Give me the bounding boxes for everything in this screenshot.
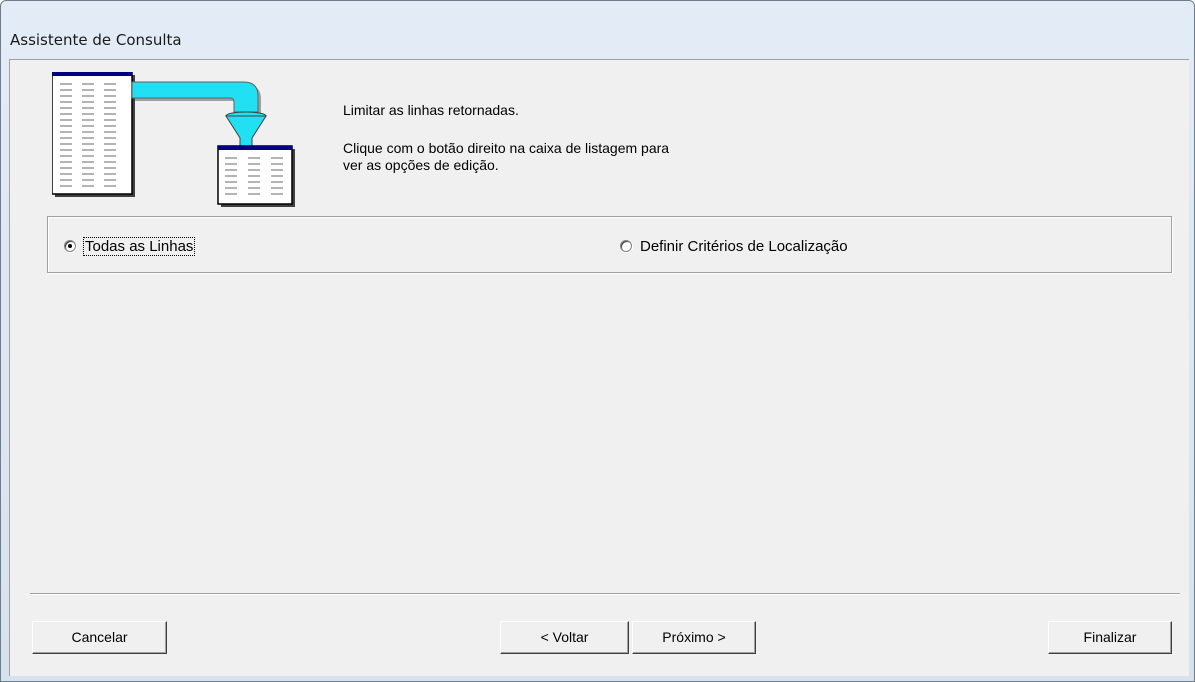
back-button[interactable]: < Voltar bbox=[500, 621, 629, 654]
instruction-line-3: ver as opções de edição. bbox=[343, 157, 499, 173]
button-separator bbox=[30, 593, 1180, 595]
radio-all-rows[interactable]: Todas as Linhas bbox=[64, 236, 196, 256]
radio-define-criteria[interactable]: Definir Critérios de Localização bbox=[620, 236, 848, 256]
next-button[interactable]: Próximo > bbox=[632, 621, 756, 654]
instructions-text: Limitar as linhas retornadas. Clique com… bbox=[343, 102, 823, 180]
wizard-window: Assistente de Consulta Limitar as linhas… bbox=[0, 0, 1195, 682]
radio-all-rows-button[interactable] bbox=[64, 240, 76, 252]
finish-button[interactable]: Finalizar bbox=[1048, 621, 1172, 654]
title-bar[interactable]: Assistente de Consulta bbox=[1, 1, 1194, 57]
row-limit-options: Todas as Linhas Definir Critérios de Loc… bbox=[47, 216, 1172, 273]
instruction-line-2: Clique com o botão direito na caixa de l… bbox=[343, 140, 670, 156]
wizard-content: Limitar as linhas retornadas. Clique com… bbox=[9, 59, 1189, 676]
radio-define-criteria-label[interactable]: Definir Critérios de Localização bbox=[640, 238, 848, 255]
radio-define-criteria-button[interactable] bbox=[620, 240, 632, 252]
instruction-line-1: Limitar as linhas retornadas. bbox=[343, 102, 519, 118]
table-filter-funnel-icon bbox=[52, 72, 295, 207]
radio-all-rows-label[interactable]: Todas as Linhas bbox=[82, 236, 196, 256]
cancel-button[interactable]: Cancelar bbox=[32, 621, 167, 654]
window-title: Assistente de Consulta bbox=[10, 31, 182, 49]
